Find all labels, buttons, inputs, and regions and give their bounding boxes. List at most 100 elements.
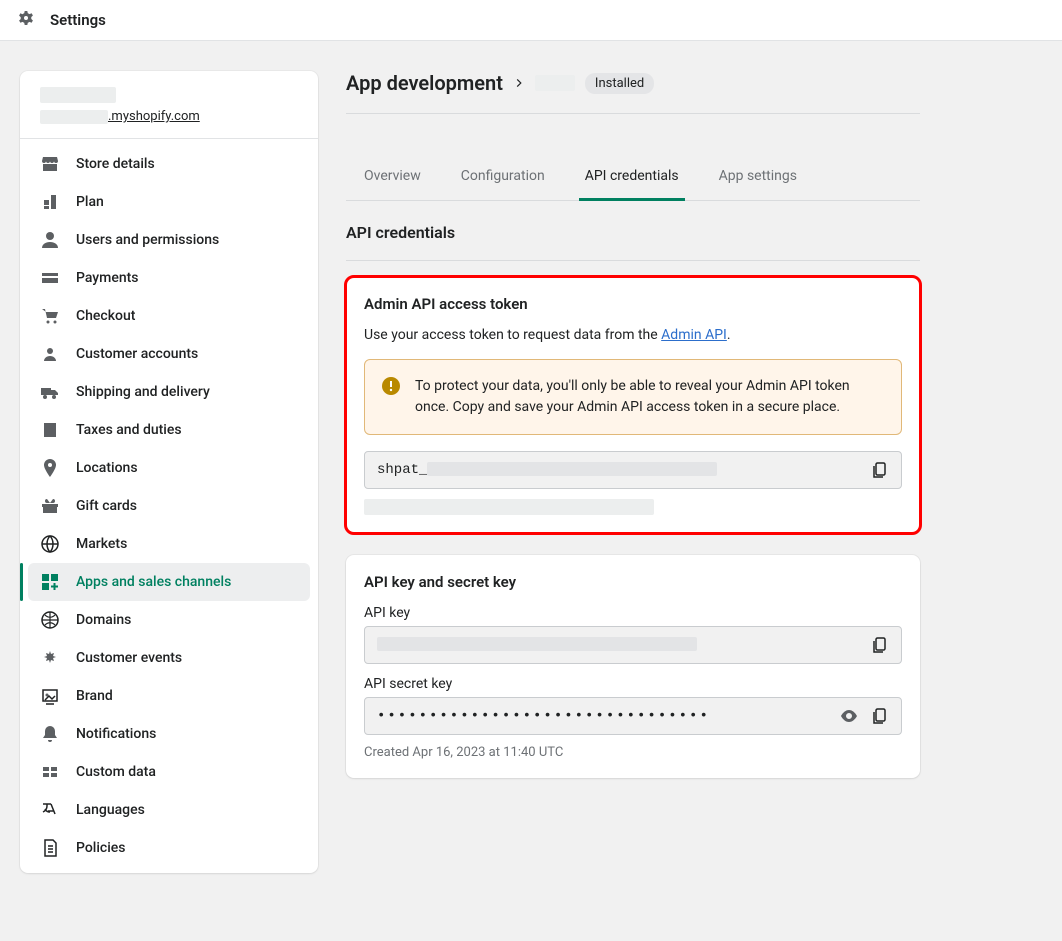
tab-app-settings[interactable]: App settings [713,154,803,201]
truck-icon [40,382,60,402]
sidebar-item-checkout[interactable]: Checkout [28,297,310,335]
tab-overview[interactable]: Overview [358,154,427,201]
payments-icon [40,268,60,288]
policies-icon [40,838,60,858]
sidebar-item-plan[interactable]: Plan [28,183,310,221]
app-name-redacted [535,75,575,91]
main-content: App development Installed Overview Config… [346,71,920,901]
warning-text: To protect your data, you'll only be abl… [415,376,885,418]
settings-sidebar: .myshopify.com Store details Plan Users an… [20,71,318,873]
sidebar-item-label: Policies [76,840,126,856]
sidebar-item-languages[interactable]: Languages [28,791,310,829]
api-key-redacted [377,637,697,651]
sidebar-item-label: Brand [76,688,113,704]
sidebar-item-domains[interactable]: Domains [28,601,310,639]
tab-configuration[interactable]: Configuration [455,154,551,201]
sidebar-item-label: Languages [76,802,145,818]
sidebar-item-label: Taxes and duties [76,422,182,438]
store-domain-link[interactable]: .myshopify.com [108,109,200,124]
sidebar-item-users-and-permissions[interactable]: Users and permissions [28,221,310,259]
user-icon [40,230,60,250]
warning-icon [381,376,401,396]
card-title: Admin API access token [364,295,902,313]
api-key-field[interactable] [364,626,902,664]
sidebar-item-label: Customer events [76,650,182,666]
api-key-label: API key [364,605,902,621]
data-icon [40,762,60,782]
tab-api-credentials[interactable]: API credentials [579,154,685,201]
api-keys-card: API key and secret key API key API secre… [346,555,920,778]
api-secret-value: •••••••••••••••••••••••••••••••• [377,708,831,724]
sidebar-item-gift-cards[interactable]: Gift cards [28,487,310,525]
card-description: Use your access token to request data fr… [364,327,902,343]
sidebar-item-markets[interactable]: Markets [28,525,310,563]
section-title: API credentials [346,223,920,261]
domain-icon [40,610,60,630]
api-secret-field[interactable]: •••••••••••••••••••••••••••••••• [364,697,902,735]
sidebar-item-label: Shipping and delivery [76,384,210,400]
sidebar-item-brand[interactable]: Brand [28,677,310,715]
person-icon [40,344,60,364]
sidebar-item-label: Payments [76,270,139,286]
sidebar-item-store-details[interactable]: Store details [28,145,310,183]
gift-icon [40,496,60,516]
sidebar-item-label: Domains [76,612,131,628]
breadcrumb: App development Installed [346,71,920,114]
reveal-once-warning: To protect your data, you'll only be abl… [364,359,902,435]
sidebar-item-label: Apps and sales channels [76,574,231,590]
sidebar-item-custom-data[interactable]: Custom data [28,753,310,791]
detail-tabs: Overview Configuration API credentials App … [346,154,920,201]
tax-icon [40,420,60,440]
store-subdomain-redacted [40,110,108,124]
chevron-right-icon [513,77,525,89]
sidebar-item-notifications[interactable]: Notifications [28,715,310,753]
copy-icon[interactable] [869,460,889,480]
events-icon [40,648,60,668]
sidebar-item-label: Users and permissions [76,232,219,248]
sidebar-item-locations[interactable]: Locations [28,449,310,487]
api-secret-label: API secret key [364,676,902,692]
admin-api-link[interactable]: Admin API [661,327,727,343]
eye-icon[interactable] [839,706,859,726]
copy-icon[interactable] [869,706,889,726]
cart-icon [40,306,60,326]
sidebar-item-customer-events[interactable]: Customer events [28,639,310,677]
status-badge: Installed [585,73,654,94]
created-meta: Created Apr 16, 2023 at 11:40 UTC [364,745,902,760]
sidebar-item-shipping-and-delivery[interactable]: Shipping and delivery [28,373,310,411]
api-key-value [377,637,861,653]
plan-icon [40,192,60,212]
apps-icon [40,572,60,592]
topbar-title: Settings [50,11,106,29]
pin-icon [40,458,60,478]
sidebar-item-label: Gift cards [76,498,137,514]
store-icon [40,154,60,174]
sidebar-item-taxes-and-duties[interactable]: Taxes and duties [28,411,310,449]
bell-icon [40,724,60,744]
sidebar-item-label: Checkout [76,308,135,324]
settings-nav: Store details Plan Users and permissions Pa… [20,139,318,873]
sidebar-item-label: Locations [76,460,138,476]
store-block: .myshopify.com [20,71,318,139]
sidebar-item-label: Markets [76,536,127,552]
globe-icon [40,534,60,554]
language-icon [40,800,60,820]
sidebar-item-policies[interactable]: Policies [28,829,310,867]
copy-icon[interactable] [869,635,889,655]
token-meta-redacted [364,499,654,515]
store-name-redacted [40,87,116,103]
store-url[interactable]: .myshopify.com [40,109,298,124]
breadcrumb-root[interactable]: App development [346,71,503,95]
token-redacted [427,462,717,476]
sidebar-item-label: Notifications [76,726,156,742]
sidebar-item-payments[interactable]: Payments [28,259,310,297]
sidebar-item-apps-and-sales-channels[interactable]: Apps and sales channels [28,563,310,601]
brand-icon [40,686,60,706]
admin-api-token-card: Admin API access token Use your access t… [346,277,920,533]
topbar: Settings [0,0,1062,41]
sidebar-item-label: Customer accounts [76,346,198,362]
sidebar-item-label: Plan [76,194,104,210]
sidebar-item-label: Custom data [76,764,156,780]
sidebar-item-customer-accounts[interactable]: Customer accounts [28,335,310,373]
access-token-field[interactable]: shpat_ [364,451,902,489]
